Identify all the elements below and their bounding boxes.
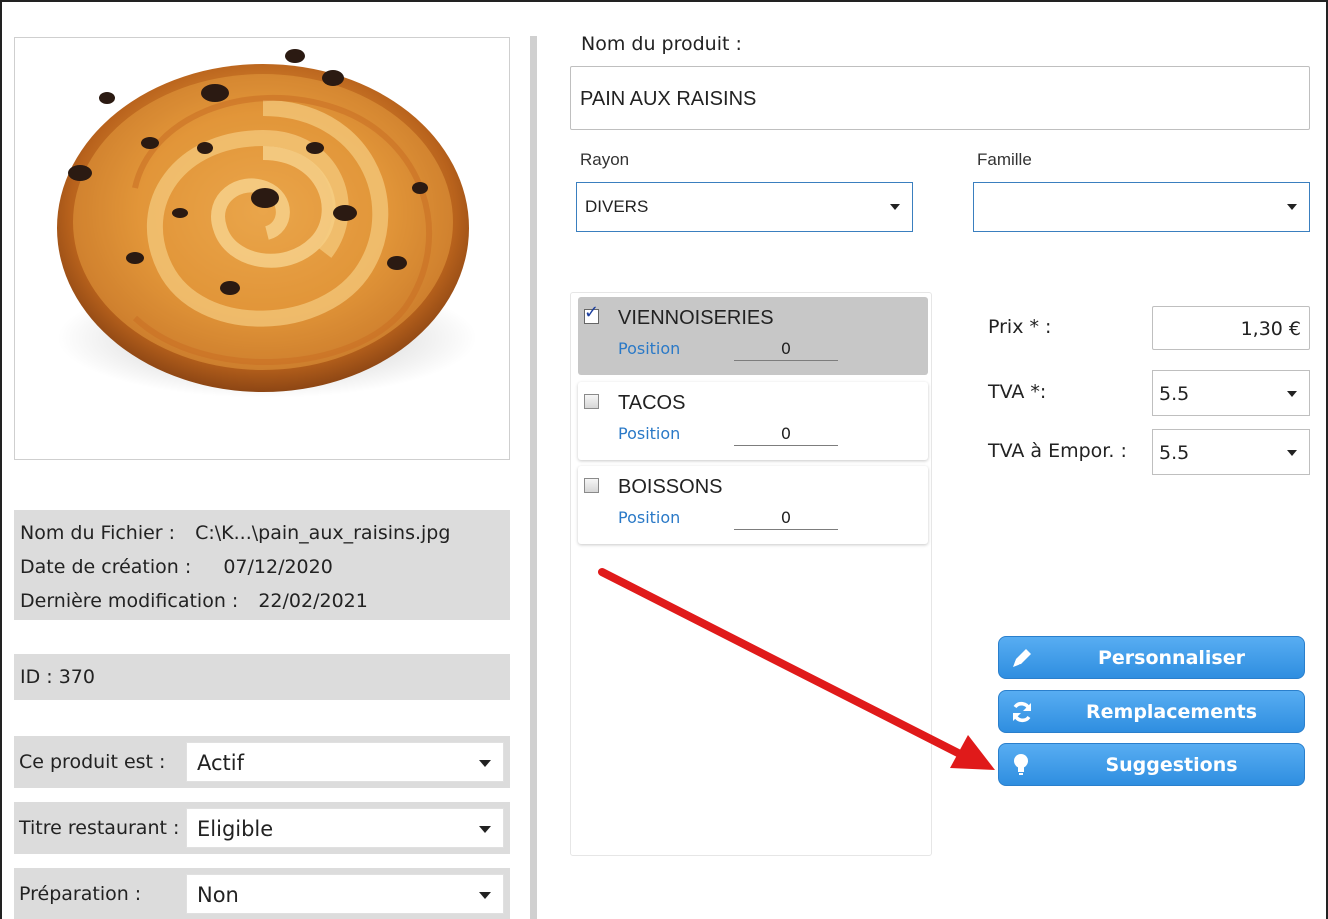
rayon-label: Rayon bbox=[580, 150, 630, 169]
chevron-down-icon bbox=[479, 760, 491, 767]
tva-select[interactable]: 5.5 bbox=[1152, 370, 1310, 416]
creation-date-label: Date de création : bbox=[20, 556, 192, 578]
position-label: Position bbox=[618, 424, 681, 443]
preparation-value: Non bbox=[197, 883, 239, 907]
chevron-down-icon bbox=[1287, 204, 1297, 210]
meal-voucher-value: Eligible bbox=[197, 817, 274, 841]
tva-label: TVA *: bbox=[988, 381, 1047, 403]
rayon-value: DIVERS bbox=[585, 197, 649, 216]
family-list[interactable] bbox=[570, 292, 932, 856]
famille-select[interactable] bbox=[973, 182, 1310, 232]
price-label: Prix * : bbox=[988, 316, 1052, 338]
product-name-input[interactable]: PAIN AUX RAISINS bbox=[570, 66, 1310, 130]
position-label: Position bbox=[618, 508, 681, 527]
file-name-row: Nom du Fichier : C:\K...\pain_aux_raisin… bbox=[20, 516, 504, 550]
family-name: TACOS bbox=[618, 392, 686, 414]
checkbox-icon[interactable] bbox=[584, 394, 599, 409]
suggestions-label: Suggestions bbox=[1105, 754, 1238, 776]
customize-button[interactable]: Personnaliser bbox=[998, 636, 1305, 679]
family-item-viennoiseries[interactable]: ✓ VIENNOISERIES Position 0 bbox=[578, 297, 928, 375]
modified-date-label: Dernière modification : bbox=[20, 590, 239, 612]
product-photo bbox=[14, 37, 510, 460]
meal-voucher-row: Titre restaurant : Eligible bbox=[14, 802, 510, 854]
lightbulb-icon bbox=[1014, 754, 1028, 775]
tva-takeaway-label: TVA à Empor. : bbox=[988, 440, 1127, 462]
replacements-label: Remplacements bbox=[1086, 701, 1257, 723]
creation-date-value: 07/12/2020 bbox=[223, 556, 333, 578]
status-value: Actif bbox=[197, 751, 245, 775]
file-name-value: C:\K...\pain_aux_raisins.jpg bbox=[195, 522, 451, 544]
position-input[interactable]: 0 bbox=[734, 422, 838, 446]
chevron-down-icon bbox=[479, 826, 491, 833]
preparation-label: Préparation : bbox=[19, 883, 142, 905]
checkbox-icon[interactable] bbox=[584, 478, 599, 493]
preparation-select[interactable]: Non bbox=[186, 874, 504, 914]
position-label: Position bbox=[618, 339, 681, 358]
checkbox-checked-icon[interactable]: ✓ bbox=[584, 304, 599, 324]
family-item-boissons[interactable]: BOISSONS Position 0 bbox=[578, 466, 928, 544]
refresh-icon bbox=[1013, 702, 1031, 722]
tva-takeaway-value: 5.5 bbox=[1159, 442, 1190, 464]
family-item-tacos[interactable]: TACOS Position 0 bbox=[578, 382, 928, 460]
price-input[interactable]: 1,30 € bbox=[1152, 306, 1310, 350]
product-name-label: Nom du produit : bbox=[581, 33, 742, 55]
meal-voucher-select[interactable]: Eligible bbox=[186, 808, 504, 848]
preparation-row: Préparation : Non bbox=[14, 868, 510, 919]
position-input[interactable]: 0 bbox=[734, 337, 838, 361]
chevron-down-icon bbox=[479, 892, 491, 899]
product-name-value: PAIN AUX RAISINS bbox=[580, 88, 757, 110]
product-id: ID : 370 bbox=[14, 654, 510, 700]
chevron-down-icon bbox=[1287, 391, 1297, 397]
status-select[interactable]: Actif bbox=[186, 742, 504, 782]
status-label: Ce produit est : bbox=[19, 751, 166, 773]
suggestions-button[interactable]: Suggestions bbox=[998, 743, 1305, 786]
meal-voucher-label: Titre restaurant : bbox=[19, 817, 180, 839]
file-name-label: Nom du Fichier : bbox=[20, 522, 176, 544]
family-name: VIENNOISERIES bbox=[618, 307, 774, 329]
pencil-icon bbox=[1013, 649, 1031, 667]
tva-takeaway-select[interactable]: 5.5 bbox=[1152, 429, 1310, 475]
famille-label: Famille bbox=[977, 150, 1032, 169]
modified-date-value: 22/02/2021 bbox=[258, 590, 368, 612]
family-name: BOISSONS bbox=[618, 476, 723, 498]
pastry-image bbox=[57, 49, 477, 398]
customize-label: Personnaliser bbox=[1097, 647, 1245, 669]
position-input[interactable]: 0 bbox=[734, 506, 838, 530]
rayon-select[interactable]: DIVERS bbox=[576, 182, 913, 232]
price-value: 1,30 € bbox=[1240, 318, 1301, 340]
creation-date-row: Date de création : 07/12/2020 bbox=[20, 550, 504, 584]
chevron-down-icon bbox=[890, 204, 900, 210]
file-info-panel: Nom du Fichier : C:\K...\pain_aux_raisin… bbox=[14, 510, 510, 620]
chevron-down-icon bbox=[1287, 450, 1297, 456]
tva-value: 5.5 bbox=[1159, 383, 1190, 405]
replacements-button[interactable]: Remplacements bbox=[998, 690, 1305, 733]
status-row: Ce produit est : Actif bbox=[14, 736, 510, 788]
modified-date-row: Dernière modification : 22/02/2021 bbox=[20, 584, 504, 618]
panel-divider[interactable] bbox=[530, 36, 537, 919]
